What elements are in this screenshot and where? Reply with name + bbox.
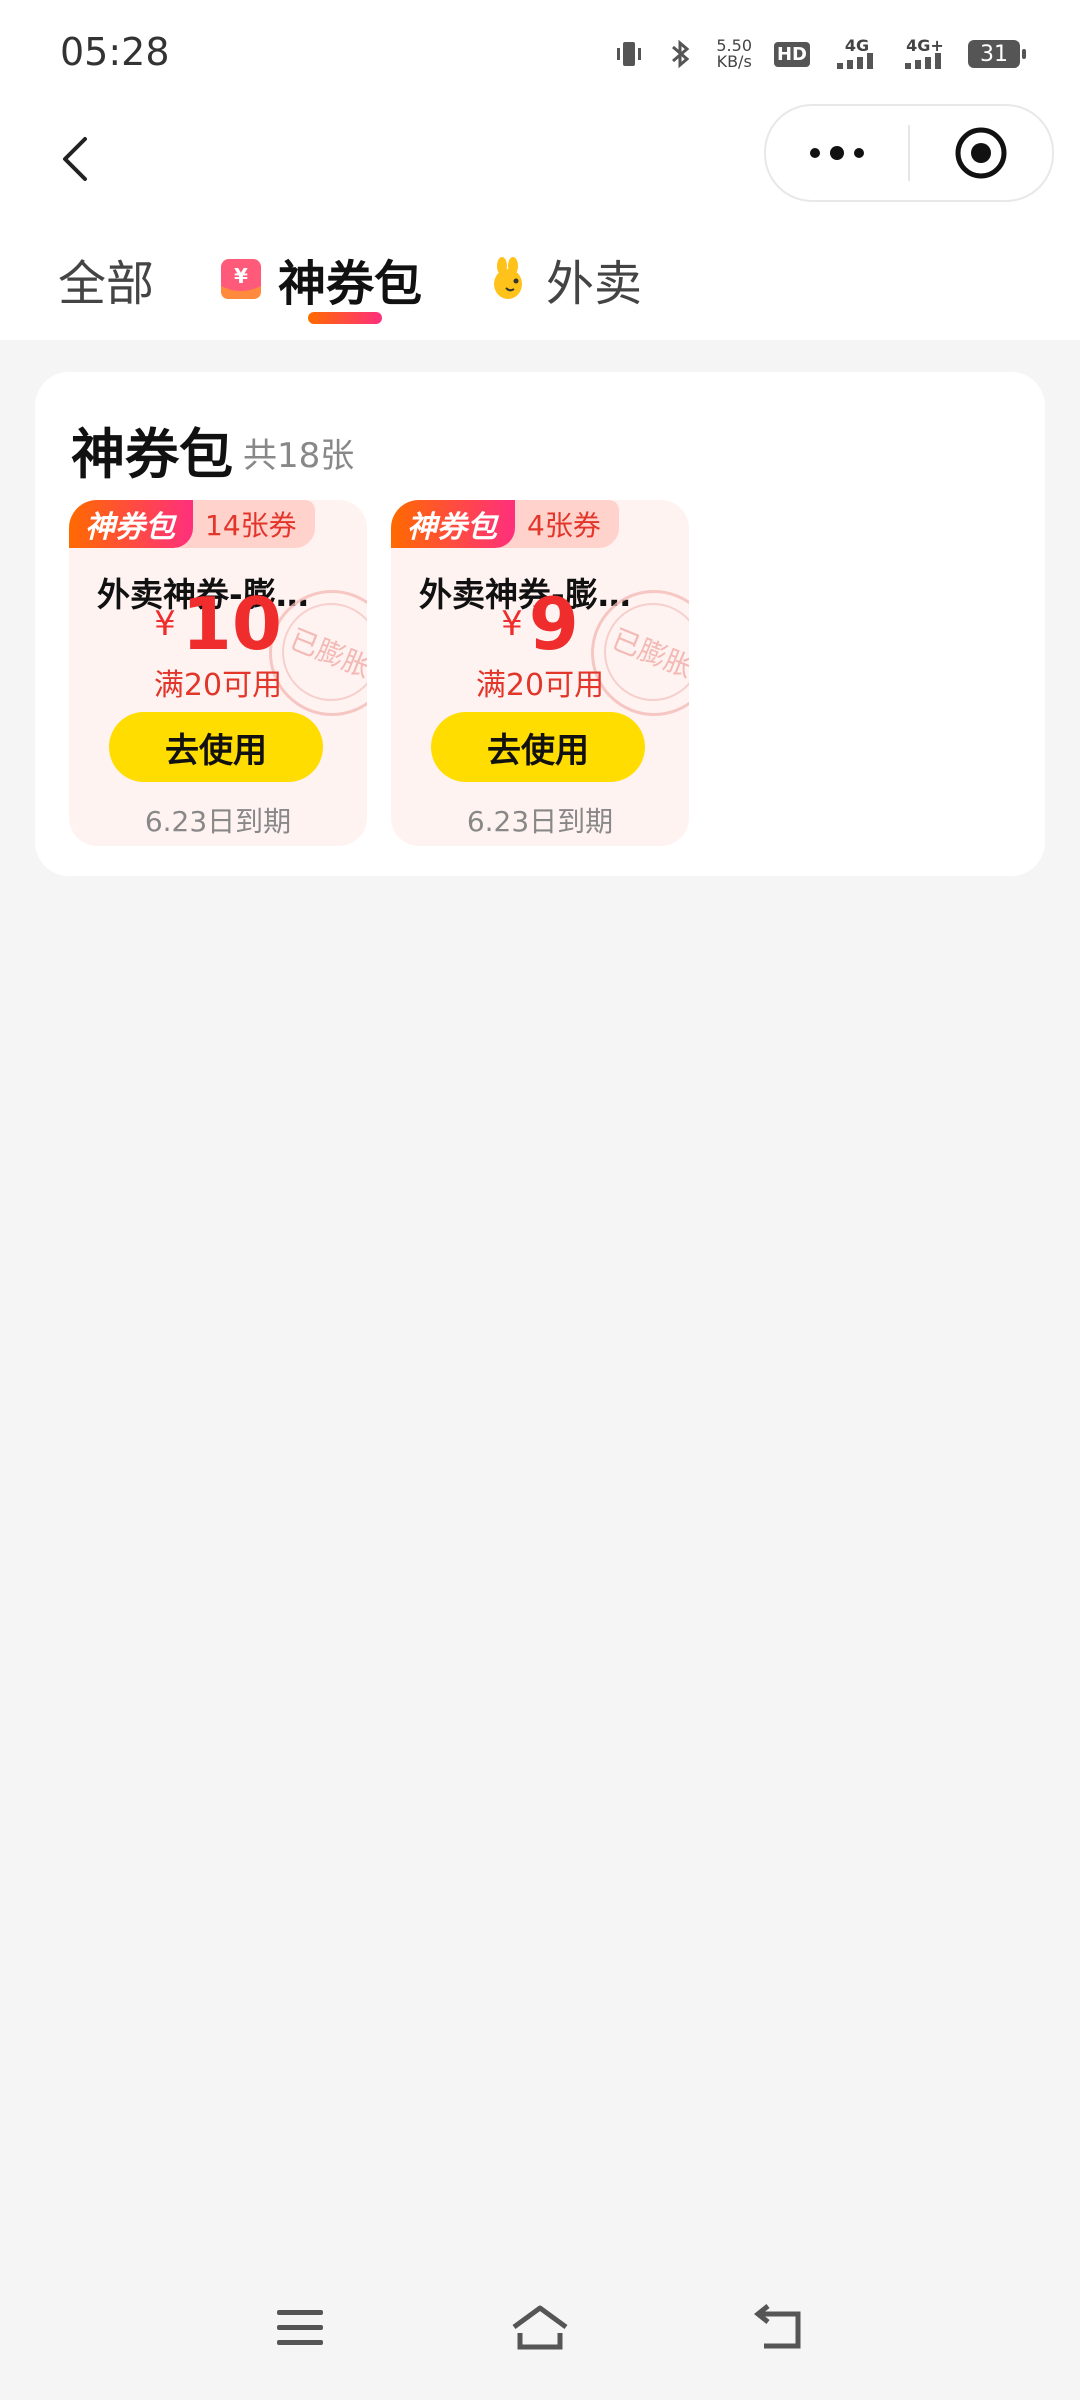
coupon-condition: 满20可用 (475, 668, 605, 703)
home-icon (512, 2305, 568, 2350)
status-time: 05:28 (60, 30, 170, 74)
battery-indicator: 31 (968, 40, 1026, 68)
coupon-badge-count: 4张券 (499, 500, 619, 548)
recent-apps-button[interactable] (270, 2298, 330, 2358)
coupon-bag-icon: ¥ (221, 259, 261, 299)
coupon-condition: 满20可用 (153, 668, 283, 703)
section-title: 神券包 (71, 423, 233, 486)
network-type-1: 4G (844, 36, 870, 55)
bluetooth-icon (664, 37, 698, 71)
active-tab-indicator (308, 312, 382, 324)
more-dots-icon (810, 146, 864, 160)
status-icons: 5.50 KB/s HD 4G 4G+ 31 (612, 30, 1026, 78)
menu-icon (277, 2310, 323, 2345)
top-nav (0, 104, 1080, 214)
target-circle-icon (955, 127, 1007, 179)
coupon-badge-count: 14张券 (177, 500, 315, 548)
tab-bar: 全部 ¥ 神券包 外卖 (0, 214, 1080, 340)
chevron-left-icon (63, 137, 87, 181)
coupon-price: ¥9 (391, 588, 689, 660)
network-type-2: 4G+ (906, 36, 944, 55)
coupon-badge: 神券包 (391, 500, 515, 548)
svg-text:¥: ¥ (234, 264, 248, 288)
vibrate-icon (612, 37, 646, 71)
status-bar: 05:28 5.50 KB/s HD 4G 4G+ 31 (0, 0, 1080, 104)
tab-takeout[interactable]: 外卖 (486, 244, 642, 314)
hd-icon: HD (770, 37, 814, 71)
use-coupon-button[interactable]: 去使用 (431, 712, 645, 782)
kangaroo-icon (494, 257, 522, 299)
more-button[interactable] (766, 106, 908, 200)
back-button[interactable] (40, 124, 110, 194)
coupon-amount: 10 (181, 582, 282, 666)
coupon-expiry: 6.23日到期 (466, 805, 614, 838)
back-icon (754, 2304, 801, 2349)
tab-all[interactable]: 全部 (58, 244, 154, 314)
tab-takeout-label: 外卖 (546, 256, 643, 312)
currency-symbol: ¥ (501, 604, 523, 644)
coupon-price: ¥10 (69, 588, 367, 660)
network-speed: 5.50 KB/s (716, 38, 752, 70)
coupon-badge-row: 神券包 14张券 (69, 500, 315, 548)
signal-icon-2: 4G+ (900, 37, 950, 71)
signal-icon-1: 4G (832, 37, 882, 71)
home-button[interactable] (510, 2298, 570, 2358)
back-nav-button[interactable] (750, 2298, 810, 2358)
system-nav-bar (0, 2270, 1080, 2400)
coupon-badge: 神券包 (69, 500, 193, 548)
mini-program-capsule (764, 104, 1054, 202)
coupon-amount: 9 (528, 582, 579, 666)
network-speed-unit: KB/s (716, 52, 752, 71)
coupon-bag-card: 神券包 共18张 神券包 14张券 外卖神券-膨… 已膨胀 ¥10 满20可用 … (35, 372, 1045, 876)
hd-label: HD (773, 41, 810, 67)
tab-all-label: 全部 (58, 256, 155, 312)
coupon-expiry: 6.23日到期 (144, 805, 292, 838)
coupon-badge-row: 神券包 4张券 (391, 500, 619, 548)
tab-coupon-bag[interactable]: ¥ 神券包 (218, 244, 422, 314)
coupon-item[interactable]: 神券包 4张券 外卖神券-膨… 已膨胀 ¥9 满20可用 去使用 6.23日到期 (391, 500, 689, 846)
currency-symbol: ¥ (154, 604, 176, 644)
close-mini-program-button[interactable] (910, 106, 1052, 200)
tab-coupon-bag-label: 神券包 (278, 256, 423, 312)
coupon-item[interactable]: 神券包 14张券 外卖神券-膨… 已膨胀 ¥10 满20可用 去使用 6.23日… (69, 500, 367, 846)
section-count: 共18张 (243, 436, 355, 476)
use-coupon-button[interactable]: 去使用 (109, 712, 323, 782)
